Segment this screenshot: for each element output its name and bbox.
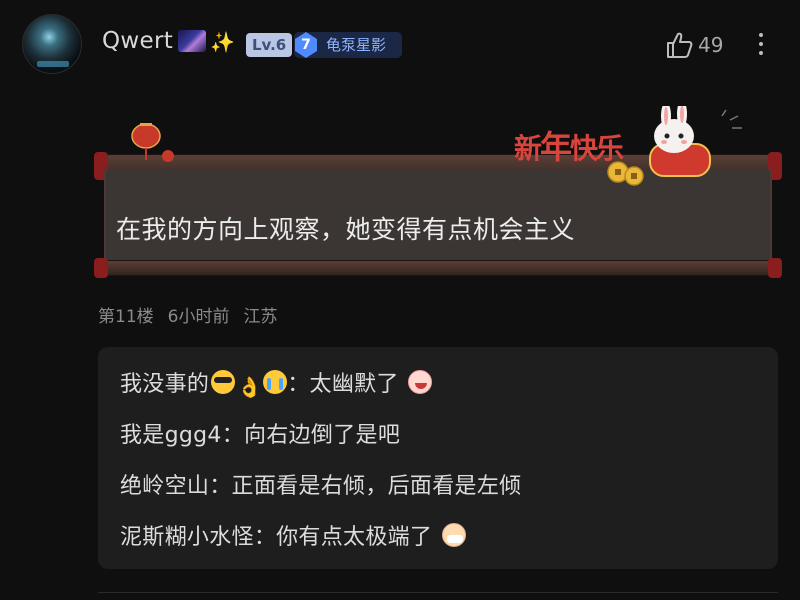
fan-badge[interactable]: 7 龟泵星影 [294, 32, 402, 58]
scroll-bottom-right-cap [768, 258, 782, 278]
crying-face-icon [263, 370, 288, 394]
divider [98, 592, 778, 593]
reply-text: 向右边倒了是吧 [244, 423, 401, 448]
grinning-face-icon [408, 370, 433, 394]
comment-location: 江苏 [243, 307, 278, 327]
comment-meta: 第11楼 6小时前 江苏 [98, 302, 291, 327]
fan-level: 7 [301, 37, 311, 53]
comment-text: 在我的方向上观察，她变得有点机会主义 [116, 215, 576, 244]
sparkle-icon: ✨ [210, 30, 235, 54]
replies-panel[interactable]: 我没事的 👌 ：太幽默了 我是ggg4：向右边倒了是吧 绝岭空山：正面看是右倾，后面… [98, 347, 778, 569]
reply-item[interactable]: 泥斯糊小水怪：你有点太极端了 [120, 519, 466, 551]
mask-face-icon [441, 523, 466, 547]
reply-text: 正面看是右倾，后面看是左倾 [231, 474, 522, 499]
cool-face-icon [211, 370, 236, 394]
scroll-bottom-left-cap [94, 258, 108, 278]
galaxy-icon [178, 30, 206, 52]
fan-badge-name: 龟泵星影 [326, 36, 387, 54]
reply-text: 你有点太极端了 [276, 525, 433, 550]
floor-number: 第11楼 [98, 307, 154, 327]
reply-item[interactable]: 我没事的 👌 ：太幽默了 [120, 366, 433, 399]
lantern-icon [131, 123, 174, 162]
ok-hand-icon: 👌 [237, 375, 263, 399]
reply-username[interactable]: 我没事的 [120, 372, 209, 397]
reply-username[interactable]: 绝岭空山 [120, 474, 209, 499]
username[interactable]: Qwert [102, 28, 173, 54]
like-count: 49 [698, 33, 724, 57]
level-badge: Lv.6 [246, 33, 293, 57]
scroll-bottom-rod [98, 260, 778, 276]
reply-text: 太幽默了 [309, 372, 399, 397]
rabbit-decoration-icon [607, 106, 742, 186]
user-avatar[interactable] [22, 14, 82, 74]
reply-item[interactable]: 我是ggg4：向右边倒了是吧 [120, 417, 400, 449]
more-options-icon[interactable] [752, 30, 770, 60]
comment-time: 6小时前 [167, 307, 230, 327]
reply-item[interactable]: 绝岭空山：正面看是右倾，后面看是左倾 [120, 468, 521, 500]
reply-username[interactable]: 我是ggg4 [120, 423, 222, 448]
reply-username[interactable]: 泥斯糊小水怪 [120, 525, 254, 550]
thumbs-up-icon[interactable] [664, 30, 694, 60]
